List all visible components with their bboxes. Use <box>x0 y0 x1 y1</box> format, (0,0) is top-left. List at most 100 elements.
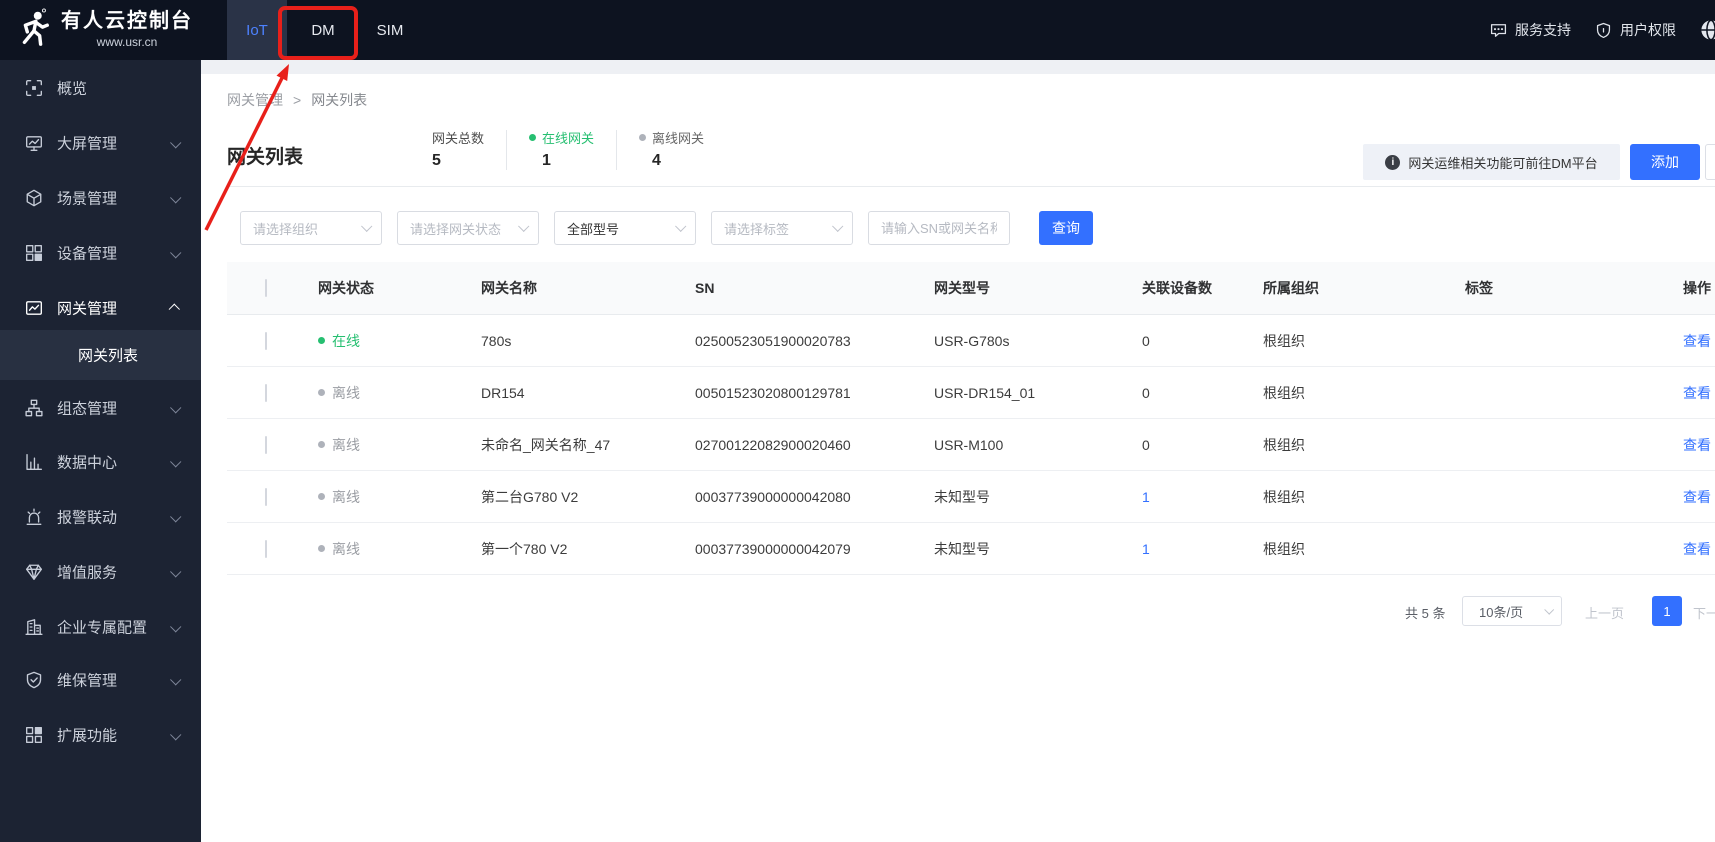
table-header-row: 网关状态 网关名称 SN 网关型号 关联设备数 所属组织 标签 操作 <box>227 262 1715 315</box>
table-row: 在线 780s 02500523051900020783 USR-G780s 0… <box>227 315 1715 367</box>
row-checkbox[interactable] <box>265 539 267 558</box>
service-support-menu[interactable]: 服务支持 <box>1490 20 1571 40</box>
sidebar-item-gateway-list[interactable]: 网关列表 <box>0 330 201 380</box>
gateway-name: 第二台G780 V2 <box>481 488 579 505</box>
sidebar-item-label: 网关管理 <box>57 300 118 318</box>
screen-icon <box>25 134 43 152</box>
add-gateway-button[interactable]: 添加 <box>1630 144 1700 180</box>
tab-iot[interactable]: IoT <box>227 0 287 60</box>
col-header-sn: SN <box>695 280 715 296</box>
shield-icon <box>1595 22 1612 39</box>
col-header-action: 操作 <box>1683 280 1711 296</box>
gateway-sn: 00501523020800129781 <box>695 384 851 401</box>
stat-offline-value: 4 <box>652 152 661 169</box>
chevron-down-icon <box>170 619 182 636</box>
sidebar-item-overview[interactable]: 概览 <box>0 63 201 113</box>
chevron-down-icon <box>675 220 687 232</box>
sidebar-item-label: 组态管理 <box>57 400 118 418</box>
sidebar-item-scene-mgmt[interactable]: 场景管理 <box>0 173 201 223</box>
gateway-status-select[interactable]: 请选择网关状态 <box>397 211 539 245</box>
breadcrumb-parent[interactable]: 网关管理 <box>227 90 283 110</box>
gateway-icon <box>25 299 43 317</box>
sidebar-item-label: 维保管理 <box>57 672 118 690</box>
offline-dot-icon <box>318 493 325 500</box>
sidebar-item-screen-mgmt[interactable]: 大屏管理 <box>0 118 201 168</box>
page-size-select[interactable]: 10条/页 <box>1462 596 1562 626</box>
prev-page-button[interactable]: 上一页 <box>1585 603 1624 622</box>
user-permission-menu[interactable]: 用户权限 <box>1595 20 1676 40</box>
select-all-checkbox[interactable] <box>265 279 267 297</box>
row-checkbox[interactable] <box>265 487 267 506</box>
tab-dm[interactable]: DM <box>291 0 355 60</box>
sidebar-item-alarm-linkage[interactable]: 报警联动 <box>0 492 201 542</box>
sidebar-item-configuration-mgmt[interactable]: 组态管理 <box>0 383 201 433</box>
sidebar-item-gateway-mgmt[interactable]: 网关管理 <box>0 283 201 333</box>
sidebar-item-label: 企业专属配置 <box>57 619 148 637</box>
linked-device-count: 0 <box>1142 332 1150 349</box>
table-row: 离线 DR154 00501523020800129781 USR-DR154_… <box>227 367 1715 419</box>
chat-bubble-icon <box>1490 22 1507 39</box>
sidebar-item-extensions[interactable]: 扩展功能 <box>0 710 201 760</box>
view-link[interactable]: 查看 <box>1683 487 1711 507</box>
notice-text: 网关运维相关功能可前往DM平台 <box>1408 155 1598 171</box>
gateway-status: 离线 <box>318 383 360 403</box>
tab-sim[interactable]: SIM <box>359 0 421 60</box>
row-checkbox[interactable] <box>265 331 267 350</box>
sidebar-item-value-added-services[interactable]: 增值服务 <box>0 547 201 597</box>
row-checkbox[interactable] <box>265 383 267 402</box>
gateway-org: 根组织 <box>1263 488 1305 505</box>
sidebar-item-device-mgmt[interactable]: 设备管理 <box>0 228 201 278</box>
col-header-org: 所属组织 <box>1263 280 1319 296</box>
topbar-right: 服务支持 用户权限 <box>1490 0 1715 60</box>
view-link[interactable]: 查看 <box>1683 539 1711 559</box>
offline-dot-icon <box>318 441 325 448</box>
view-link[interactable]: 查看 <box>1683 331 1711 351</box>
col-header-name: 网关名称 <box>481 280 537 296</box>
sidebar-item-label: 增值服务 <box>57 564 118 582</box>
search-button[interactable]: 查询 <box>1039 211 1093 245</box>
scene-icon <box>25 189 43 207</box>
enterprise-icon <box>25 618 43 636</box>
app-window: 有人云控制台 www.usr.cn IoT DM SIM 服务支持 用户权限 概… <box>0 0 1715 842</box>
online-dot-icon <box>529 134 537 141</box>
tag-select[interactable]: 请选择标签 <box>711 211 853 245</box>
view-link[interactable]: 查看 <box>1683 383 1711 403</box>
gateway-org: 根组织 <box>1263 436 1305 453</box>
online-dot-icon <box>318 337 325 344</box>
table-row: 离线 未命名_网关名称_47 02700122082900020460 USR-… <box>227 419 1715 471</box>
linked-device-count-link[interactable]: 1 <box>1142 489 1150 505</box>
next-page-button[interactable]: 下一页 <box>1693 603 1715 622</box>
stat-total-value: 5 <box>432 152 441 169</box>
sn-search-input[interactable] <box>868 211 1010 245</box>
gateway-status: 离线 <box>318 435 360 455</box>
gateway-org: 根组织 <box>1263 332 1305 349</box>
gateway-model: USR-M100 <box>934 436 1004 453</box>
stat-total: 网关总数 5 <box>432 128 484 170</box>
value-service-icon <box>25 563 43 581</box>
page-number-1[interactable]: 1 <box>1652 596 1682 626</box>
sidebar-item-label: 概览 <box>57 80 88 98</box>
row-checkbox[interactable] <box>265 435 267 454</box>
chevron-down-icon <box>170 672 182 689</box>
chevron-down-icon <box>170 454 182 471</box>
sidebar-item-enterprise-config[interactable]: 企业专属配置 <box>0 602 201 652</box>
stat-offline: 离线网关 4 <box>639 128 704 170</box>
secondary-button-cut-off[interactable] <box>1705 144 1715 180</box>
linked-device-count-link[interactable]: 1 <box>1142 541 1150 557</box>
logo[interactable]: 有人云控制台 www.usr.cn <box>14 7 193 51</box>
chevron-down-icon <box>518 220 530 232</box>
org-select[interactable]: 请选择组织 <box>240 211 382 245</box>
gateway-model: 未知型号 <box>934 540 990 557</box>
gateway-model: USR-G780s <box>934 332 1010 349</box>
gateway-status: 在线 <box>318 331 360 351</box>
stat-total-label: 网关总数 <box>432 131 485 146</box>
sidebar-item-data-center[interactable]: 数据中心 <box>0 437 201 487</box>
view-link[interactable]: 查看 <box>1683 435 1711 455</box>
sidebar-item-maintenance-mgmt[interactable]: 维保管理 <box>0 655 201 705</box>
device-icon <box>25 244 43 262</box>
sidebar: 概览 大屏管理 场景管理 设备管理 网关管理 网关列表 组态管理 数据中心 报警… <box>0 60 201 842</box>
logo-subtitle: www.usr.cn <box>96 35 158 49</box>
model-select[interactable]: 全部型号 <box>554 211 696 245</box>
col-header-devices: 关联设备数 <box>1142 280 1212 296</box>
language-globe-icon[interactable] <box>1700 19 1715 41</box>
